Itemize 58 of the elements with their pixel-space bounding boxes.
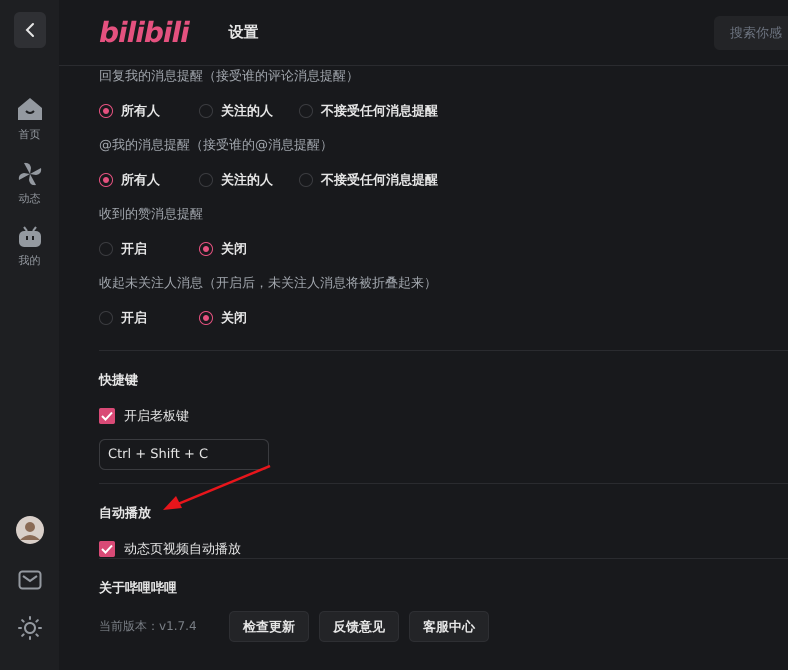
setting-label: 收起未关注人消息（开启后，未关注人消息将被折叠起来） bbox=[99, 275, 438, 293]
shortcut-field[interactable]: Ctrl + Shift + C bbox=[99, 439, 269, 470]
checkbox-label: 动态页视频自动播放 bbox=[124, 541, 241, 558]
setting-label: 回复我的消息提醒（接受谁的评论消息提醒） bbox=[99, 68, 360, 86]
option-label: 开启 bbox=[121, 240, 147, 258]
page-title: 设置 bbox=[228, 23, 259, 42]
option-label: 不接受任何消息提醒 bbox=[321, 172, 438, 189]
action-button[interactable]: 反馈意见 bbox=[319, 611, 399, 642]
section-title: 快捷键 bbox=[99, 372, 139, 389]
action-button[interactable]: 检查更新 bbox=[229, 611, 309, 642]
home-icon bbox=[16, 96, 42, 122]
section-title: 关于哔哩哔哩 bbox=[99, 580, 178, 597]
version-text: 当前版本：v1.7.4 bbox=[99, 618, 198, 635]
radio-button[interactable] bbox=[99, 104, 113, 118]
avatar-icon[interactable] bbox=[16, 516, 44, 544]
radio-button[interactable] bbox=[199, 104, 213, 118]
radio-option[interactable]: 不接受任何消息提醒 bbox=[299, 102, 438, 120]
back-button[interactable] bbox=[14, 12, 46, 48]
option-label: 关闭 bbox=[221, 240, 247, 258]
option-label: 开启 bbox=[121, 310, 147, 327]
radio-button[interactable] bbox=[99, 242, 113, 256]
radio-option[interactable]: 关闭 bbox=[199, 309, 275, 327]
checkbox[interactable] bbox=[99, 541, 115, 557]
radio-button[interactable] bbox=[199, 311, 213, 325]
radio-button[interactable] bbox=[99, 311, 113, 325]
nav-item[interactable]: 首页 bbox=[16, 96, 42, 142]
radio-option[interactable]: 关注的人 bbox=[199, 171, 275, 189]
sun-icon[interactable] bbox=[18, 616, 42, 640]
nav-item[interactable]: 我的 bbox=[18, 226, 42, 268]
option-label: 所有人 bbox=[121, 103, 160, 120]
radio-option[interactable]: 所有人 bbox=[99, 102, 175, 120]
logo: bilibili bbox=[99, 16, 189, 49]
radio-option[interactable]: 开启 bbox=[99, 240, 175, 258]
radio-button[interactable] bbox=[199, 242, 213, 256]
section-title: 自动播放 bbox=[99, 505, 152, 522]
radio-option[interactable]: 所有人 bbox=[99, 171, 175, 189]
nav-item[interactable]: 动态 bbox=[18, 162, 42, 206]
option-label: 关注的人 bbox=[221, 102, 273, 120]
tv-icon bbox=[18, 226, 42, 248]
option-label: 关注的人 bbox=[221, 172, 273, 189]
radio-button[interactable] bbox=[299, 173, 313, 187]
option-label: 关闭 bbox=[221, 310, 247, 327]
radio-button[interactable] bbox=[99, 173, 113, 187]
radio-option[interactable]: 关闭 bbox=[199, 240, 275, 258]
setting-label: 收到的赞消息提醒 bbox=[99, 206, 204, 224]
action-button[interactable]: 客服中心 bbox=[409, 611, 489, 642]
setting-label: @我的消息提醒（接受谁的@消息提醒） bbox=[99, 137, 334, 155]
checkbox-label: 开启老板键 bbox=[124, 408, 189, 425]
radio-button[interactable] bbox=[199, 173, 213, 187]
radio-option[interactable]: 不接受任何消息提醒 bbox=[299, 171, 438, 189]
radio-button[interactable] bbox=[299, 104, 313, 118]
pinwheel-icon bbox=[18, 162, 42, 186]
checkbox[interactable] bbox=[99, 408, 115, 424]
option-label: 不接受任何消息提醒 bbox=[321, 102, 438, 120]
option-label: 所有人 bbox=[121, 172, 160, 189]
mail-icon[interactable] bbox=[18, 570, 42, 590]
radio-option[interactable]: 开启 bbox=[99, 309, 175, 327]
radio-option[interactable]: 关注的人 bbox=[199, 102, 275, 120]
